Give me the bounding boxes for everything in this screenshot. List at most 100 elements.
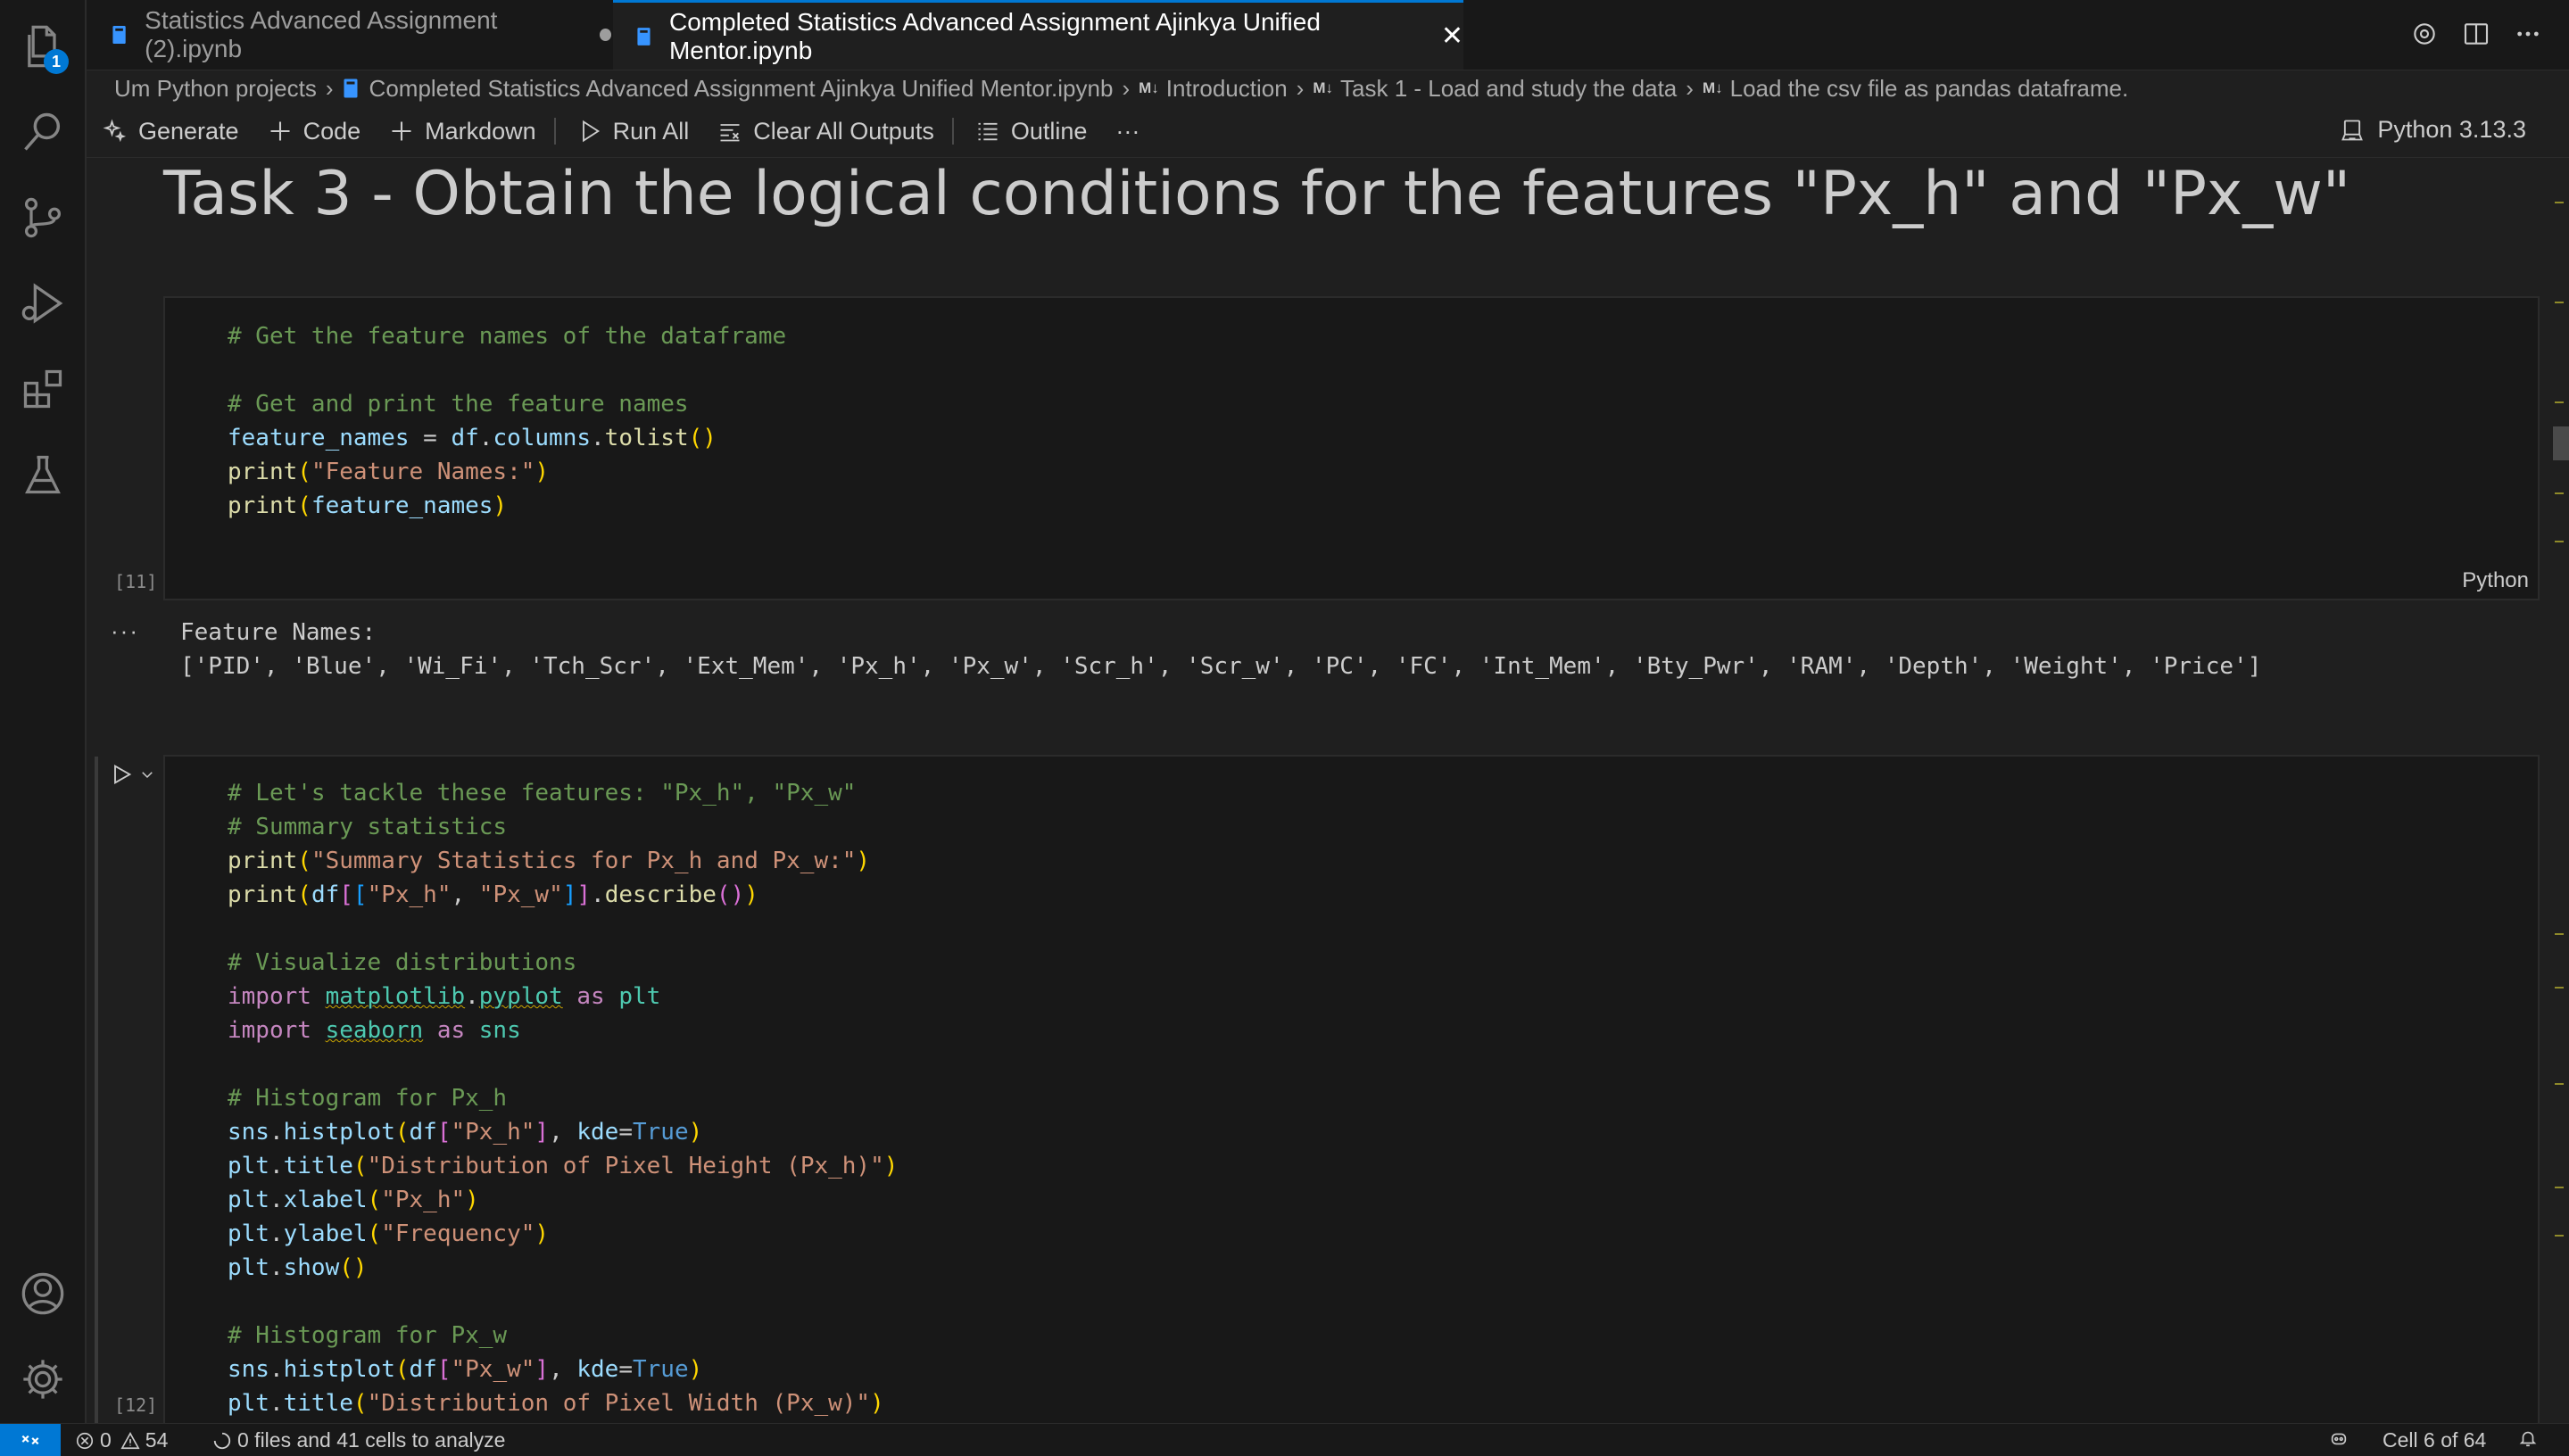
tab-statistics-assignment-2[interactable]: Statistics Advanced Assignment (2).ipynb [87,0,611,70]
problems-indicator[interactable]: 0 54 [75,1428,168,1452]
ruler-mark [2555,541,2564,542]
breadcrumb-section-load-csv[interactable]: Load the csv file as pandas dataframe. [1730,75,2129,103]
kernel-picker[interactable]: Python 3.13.3 [2340,116,2526,144]
toolbar-divider [553,118,556,145]
editor-actions [2410,20,2542,53]
markdown-label: Markdown [425,117,536,145]
split-editor-icon[interactable] [2462,20,2490,53]
generate-label: Generate [138,117,239,145]
markdown-icon: M↓ [1702,79,1723,96]
chevron-down-icon[interactable] [139,766,155,782]
markdown-icon: M↓ [1313,79,1334,96]
remote-icon [21,1435,39,1445]
ruler-mark [2555,302,2564,303]
chevron-right-icon: › [325,74,334,102]
activity-bar: 1 [0,0,87,1423]
account-icon[interactable] [20,1270,66,1317]
search-icon[interactable] [20,109,66,155]
kernel-label: Python 3.13.3 [2377,116,2526,143]
breadcrumb-folder[interactable]: Um Python projects [114,75,317,103]
list-icon [978,122,998,141]
run-all-button[interactable]: Run All [577,117,690,145]
extensions-icon[interactable] [20,366,66,412]
spinner-icon [213,1432,231,1449]
editor-tab-bar: Statistics Advanced Assignment (2).ipynb… [87,0,2569,70]
chevron-right-icon: › [1296,74,1305,102]
notebook-toolbar: Generate Code Markdown Run All Clear All… [87,105,2569,158]
output-more-icon[interactable]: ··· [111,617,139,645]
cell-language-label[interactable]: Python [2462,568,2529,593]
ruler-mark [2555,1235,2564,1237]
ruler-mark [2555,1083,2564,1085]
task3-heading: Task 3 - Obtain the logical conditions f… [163,159,2351,229]
outline-button[interactable]: Outline [975,117,1088,145]
kernel-icon [2341,120,2364,140]
cell-focus-indicator [95,757,98,1424]
warning-icon [120,1431,140,1449]
ruler-mark [2555,987,2564,989]
notebook-file-icon [637,27,651,46]
tab-label: Statistics Advanced Assignment (2).ipynb [145,6,498,62]
analysis-label: 0 files and 41 cells to analyze [237,1428,506,1452]
code-cell-11[interactable]: # Get the feature names of the dataframe… [163,296,2540,600]
notebook-file-icon [112,26,126,44]
remote-indicator[interactable] [0,1424,61,1456]
code-label: Code [302,117,361,145]
settings-gear-icon[interactable] [2410,20,2439,53]
chevron-right-icon: › [1122,74,1131,102]
chevron-right-icon: › [1686,74,1694,102]
execution-count: [12] [114,1394,158,1416]
close-icon[interactable]: ✕ [1441,21,1463,52]
run-cell-button[interactable] [109,762,155,787]
execution-count: [11] [114,571,158,592]
output-line: Feature Names: [180,619,377,646]
breadcrumb-section-introduction[interactable]: Introduction [1166,75,1288,103]
more-toolbar-actions-button[interactable]: ··· [1115,118,1139,145]
breadcrumb-section-task1[interactable]: Task 1 - Load and study the data [1340,75,1677,103]
tab-label: Completed Statistics Advanced Assignment… [668,7,1321,64]
add-markdown-cell-button[interactable]: Markdown [389,118,536,145]
play-icon [114,765,132,784]
notifications-button[interactable] [2518,1428,2543,1448]
plus-icon [270,121,290,141]
generate-button[interactable]: Generate [103,118,239,145]
cell-position-indicator[interactable]: Cell 6 of 64 [2383,1428,2486,1452]
add-code-cell-button[interactable]: Code [268,117,361,145]
error-count: 0 [100,1428,112,1452]
run-all-icon [582,120,600,143]
ruler-mark [2555,202,2564,203]
status-bar: 0 54 0 files and 41 cells to analyze Cel… [0,1423,2569,1456]
outline-label: Outline [1010,117,1088,145]
settings-gear-icon[interactable] [20,1356,66,1402]
breadcrumb-file[interactable]: Completed Statistics Advanced Assignment… [369,75,1114,103]
breadcrumb: Um Python projects › Completed Statistic… [114,71,2128,105]
ruler-mark [2555,933,2564,935]
copilot-status[interactable] [2329,1428,2354,1448]
source-control-icon[interactable] [20,194,66,241]
run-all-label: Run All [612,117,690,145]
tab-completed-statistics-assignment[interactable]: Completed Statistics Advanced Assignment… [613,0,1463,70]
plus-icon [392,121,411,141]
analysis-status[interactable]: 0 files and 41 cells to analyze [212,1428,505,1452]
warning-count: 54 [145,1428,169,1452]
testing-icon[interactable] [20,451,66,498]
code-editor[interactable]: # Let's tackle these features: "Px_h", "… [228,776,898,1420]
clear-outputs-icon [720,124,740,142]
notebook-file-icon [344,79,358,98]
run-debug-icon[interactable] [20,280,66,327]
ruler-mark [2555,401,2564,403]
scrollbar-thumb[interactable] [2553,426,2569,460]
clear-all-outputs-label: Clear All Outputs [753,117,934,145]
bell-icon [2519,1431,2537,1447]
ellipsis-icon: ··· [1115,117,1140,145]
cell-output: Feature Names: ['PID', 'Blue', 'Wi_Fi', … [180,616,2261,683]
cell-position-label: Cell 6 of 64 [2383,1428,2487,1452]
unsaved-dot-icon [599,29,611,41]
explorer-badge: 1 [44,49,69,74]
code-cell-12[interactable]: # Let's tackle these features: "Px_h", "… [163,755,2540,1433]
clear-all-outputs-button[interactable]: Clear All Outputs [717,118,934,145]
markdown-icon: M↓ [1139,79,1159,96]
more-actions-icon[interactable] [2514,20,2542,53]
code-editor[interactable]: # Get the feature names of the dataframe… [228,319,786,523]
toolbar-divider [951,118,954,145]
